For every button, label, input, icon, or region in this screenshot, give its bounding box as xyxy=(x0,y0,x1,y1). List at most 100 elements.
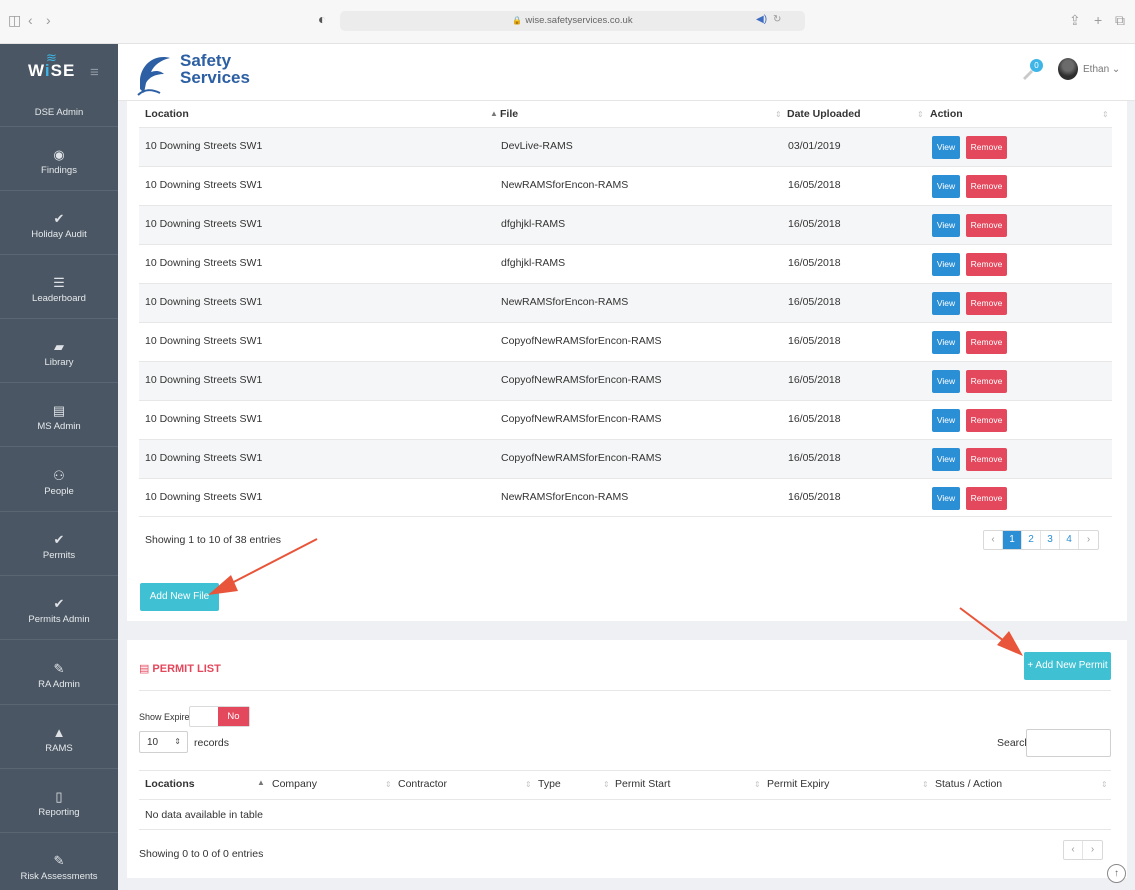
view-button[interactable]: View xyxy=(932,370,960,393)
show-expired-toggle[interactable]: No xyxy=(189,706,250,727)
sidebar-item-ra-admin[interactable]: ✎ RA Admin xyxy=(0,661,118,690)
remove-button[interactable]: Remove xyxy=(966,253,1007,276)
sidebar-item-ms-admin[interactable]: ▤ MS Admin xyxy=(0,403,118,432)
view-button[interactable]: View xyxy=(932,487,960,510)
remove-button[interactable]: Remove xyxy=(966,448,1007,471)
table-row: 10 Downing Streets SW1 CopyofNewRAMSforE… xyxy=(139,361,1112,400)
page-2-button[interactable]: 2 xyxy=(1022,531,1041,549)
page-4-button[interactable]: 4 xyxy=(1060,531,1079,549)
column-header-date-uploaded[interactable]: Date Uploaded xyxy=(787,108,861,120)
cell-date: 16/05/2018 xyxy=(788,452,841,464)
table-row: 10 Downing Streets SW1 NewRAMSforEncon-R… xyxy=(139,166,1112,205)
speaker-icon[interactable]: ◀) xyxy=(756,14,767,25)
add-new-permit-button[interactable]: + Add New Permit xyxy=(1024,652,1111,680)
sidebar-toggle-icon[interactable]: ◫ xyxy=(8,12,21,28)
sort-icon[interactable]: ⇕ xyxy=(775,110,782,119)
sort-icon[interactable]: ⇕ xyxy=(1101,780,1108,789)
cell-date: 16/05/2018 xyxy=(788,296,841,308)
view-button[interactable]: View xyxy=(932,175,960,198)
view-button[interactable]: View xyxy=(932,253,960,276)
cell-file: CopyofNewRAMSforEncon-RAMS xyxy=(501,413,662,425)
remove-button[interactable]: Remove xyxy=(966,487,1007,510)
column-header-locations[interactable]: Locations xyxy=(145,778,195,790)
remove-button[interactable]: Remove xyxy=(966,409,1007,432)
sort-icon[interactable]: ⇕ xyxy=(754,780,761,789)
share-icon[interactable]: ⇪ xyxy=(1069,12,1081,28)
new-tab-icon[interactable]: + xyxy=(1094,12,1102,28)
sort-icon[interactable]: ⇕ xyxy=(922,780,929,789)
pagination-prev-icon[interactable]: ‹ xyxy=(984,531,1003,549)
page-1-button[interactable]: 1 xyxy=(1003,531,1022,549)
sidebar-item-rams[interactable]: ▲ RAMS xyxy=(0,725,118,754)
view-button[interactable]: View xyxy=(932,292,960,315)
avatar[interactable] xyxy=(1058,58,1078,80)
page-3-button[interactable]: 3 xyxy=(1041,531,1060,549)
sidebar-item-risk-assessments[interactable]: ✎ Risk Assessments xyxy=(0,853,118,882)
remove-button[interactable]: Remove xyxy=(966,136,1007,159)
column-header-permit-expiry[interactable]: Permit Expiry xyxy=(767,778,829,790)
records-select[interactable]: 10 ⇕ xyxy=(139,731,188,753)
cell-file: NewRAMSforEncon-RAMS xyxy=(501,179,629,191)
sort-icon[interactable]: ⇕ xyxy=(603,780,610,789)
sidebar-item-label: Permits xyxy=(42,550,76,561)
cell-date: 03/01/2019 xyxy=(788,140,841,152)
remove-button[interactable]: Remove xyxy=(966,370,1007,393)
table-row: 10 Downing Streets SW1 NewRAMSforEncon-R… xyxy=(139,283,1112,322)
view-button[interactable]: View xyxy=(932,448,960,471)
notification-badge: 0 xyxy=(1030,59,1043,72)
scroll-to-top-icon[interactable]: ↑ xyxy=(1107,864,1126,883)
column-header-permit-start[interactable]: Permit Start xyxy=(615,778,670,790)
tabs-icon[interactable]: ⧉ xyxy=(1115,12,1125,28)
sort-icon[interactable]: ⇕ xyxy=(385,780,392,789)
pencil-icon: ✎ xyxy=(53,661,65,676)
caret-icon: ⇕ xyxy=(174,737,181,746)
sort-asc-icon[interactable]: ▲ xyxy=(257,778,265,787)
sort-asc-icon[interactable]: ▲ xyxy=(490,109,498,118)
search-input[interactable] xyxy=(1026,729,1111,757)
column-header-status-action[interactable]: Status / Action xyxy=(935,778,1002,790)
sidebar-item-dse-admin[interactable]: DSE Admin xyxy=(0,107,118,118)
pagination-next-icon[interactable]: › xyxy=(1079,531,1098,549)
hamburger-icon[interactable]: ≡ xyxy=(90,64,99,81)
sidebar-item-reporting[interactable]: ▯ Reporting xyxy=(0,789,118,818)
view-button[interactable]: View xyxy=(932,331,960,354)
sidebar-item-library[interactable]: ▰ Library xyxy=(0,339,118,368)
sort-icon[interactable]: ⇕ xyxy=(525,780,532,789)
add-new-file-button[interactable]: Add New File xyxy=(140,583,219,611)
remove-button[interactable]: Remove xyxy=(966,214,1007,237)
column-header-location[interactable]: Location xyxy=(145,108,189,120)
forward-icon[interactable]: › xyxy=(46,12,51,28)
view-button[interactable]: View xyxy=(932,409,960,432)
sidebar-item-permits-admin[interactable]: ✔ Permits Admin xyxy=(0,596,118,625)
remove-button[interactable]: Remove xyxy=(966,331,1007,354)
view-button[interactable]: View xyxy=(932,136,960,159)
shield-icon[interactable]: ◐ xyxy=(318,11,326,27)
sidebar-item-people[interactable]: ⚇ People xyxy=(0,468,118,497)
pagination-next-icon[interactable]: › xyxy=(1083,841,1102,859)
remove-button[interactable]: Remove xyxy=(966,292,1007,315)
cell-location: 10 Downing Streets SW1 xyxy=(145,452,263,464)
column-header-type[interactable]: Type xyxy=(538,778,561,790)
sort-icon[interactable]: ⇕ xyxy=(917,110,924,119)
pagination-prev-icon[interactable]: ‹ xyxy=(1064,841,1083,859)
sidebar-item-findings[interactable]: ◉ Findings xyxy=(0,147,118,176)
address-bar[interactable]: 🔒 wise.safetyservices.co.uk ◀) ↻ xyxy=(340,11,805,31)
sidebar-item-holiday-audit[interactable]: ✔ Holiday Audit xyxy=(0,211,118,240)
column-header-file[interactable]: File xyxy=(500,108,518,120)
sort-icon[interactable]: ⇕ xyxy=(1102,110,1109,119)
list-alt-icon: ▤ xyxy=(139,663,150,675)
remove-button[interactable]: Remove xyxy=(966,175,1007,198)
user-menu[interactable]: Ethan ⌄ xyxy=(1083,64,1120,75)
column-header-action[interactable]: Action xyxy=(930,108,963,120)
files-panel: Location ▲ File ⇕ Date Uploaded ⇕ Action… xyxy=(127,101,1127,621)
cell-location: 10 Downing Streets SW1 xyxy=(145,413,263,425)
reload-icon[interactable]: ↻ xyxy=(773,14,781,25)
back-icon[interactable]: ‹ xyxy=(28,12,33,28)
column-header-contractor[interactable]: Contractor xyxy=(398,778,447,790)
wise-logo[interactable]: ≋ WiSE ≡ xyxy=(0,44,118,101)
view-button[interactable]: View xyxy=(932,214,960,237)
sidebar-item-leaderboard[interactable]: ☰ Leaderboard xyxy=(0,275,118,304)
sidebar-item-permits[interactable]: ✔ Permits xyxy=(0,532,118,561)
users-icon: ⚇ xyxy=(53,468,65,483)
column-header-company[interactable]: Company xyxy=(272,778,317,790)
